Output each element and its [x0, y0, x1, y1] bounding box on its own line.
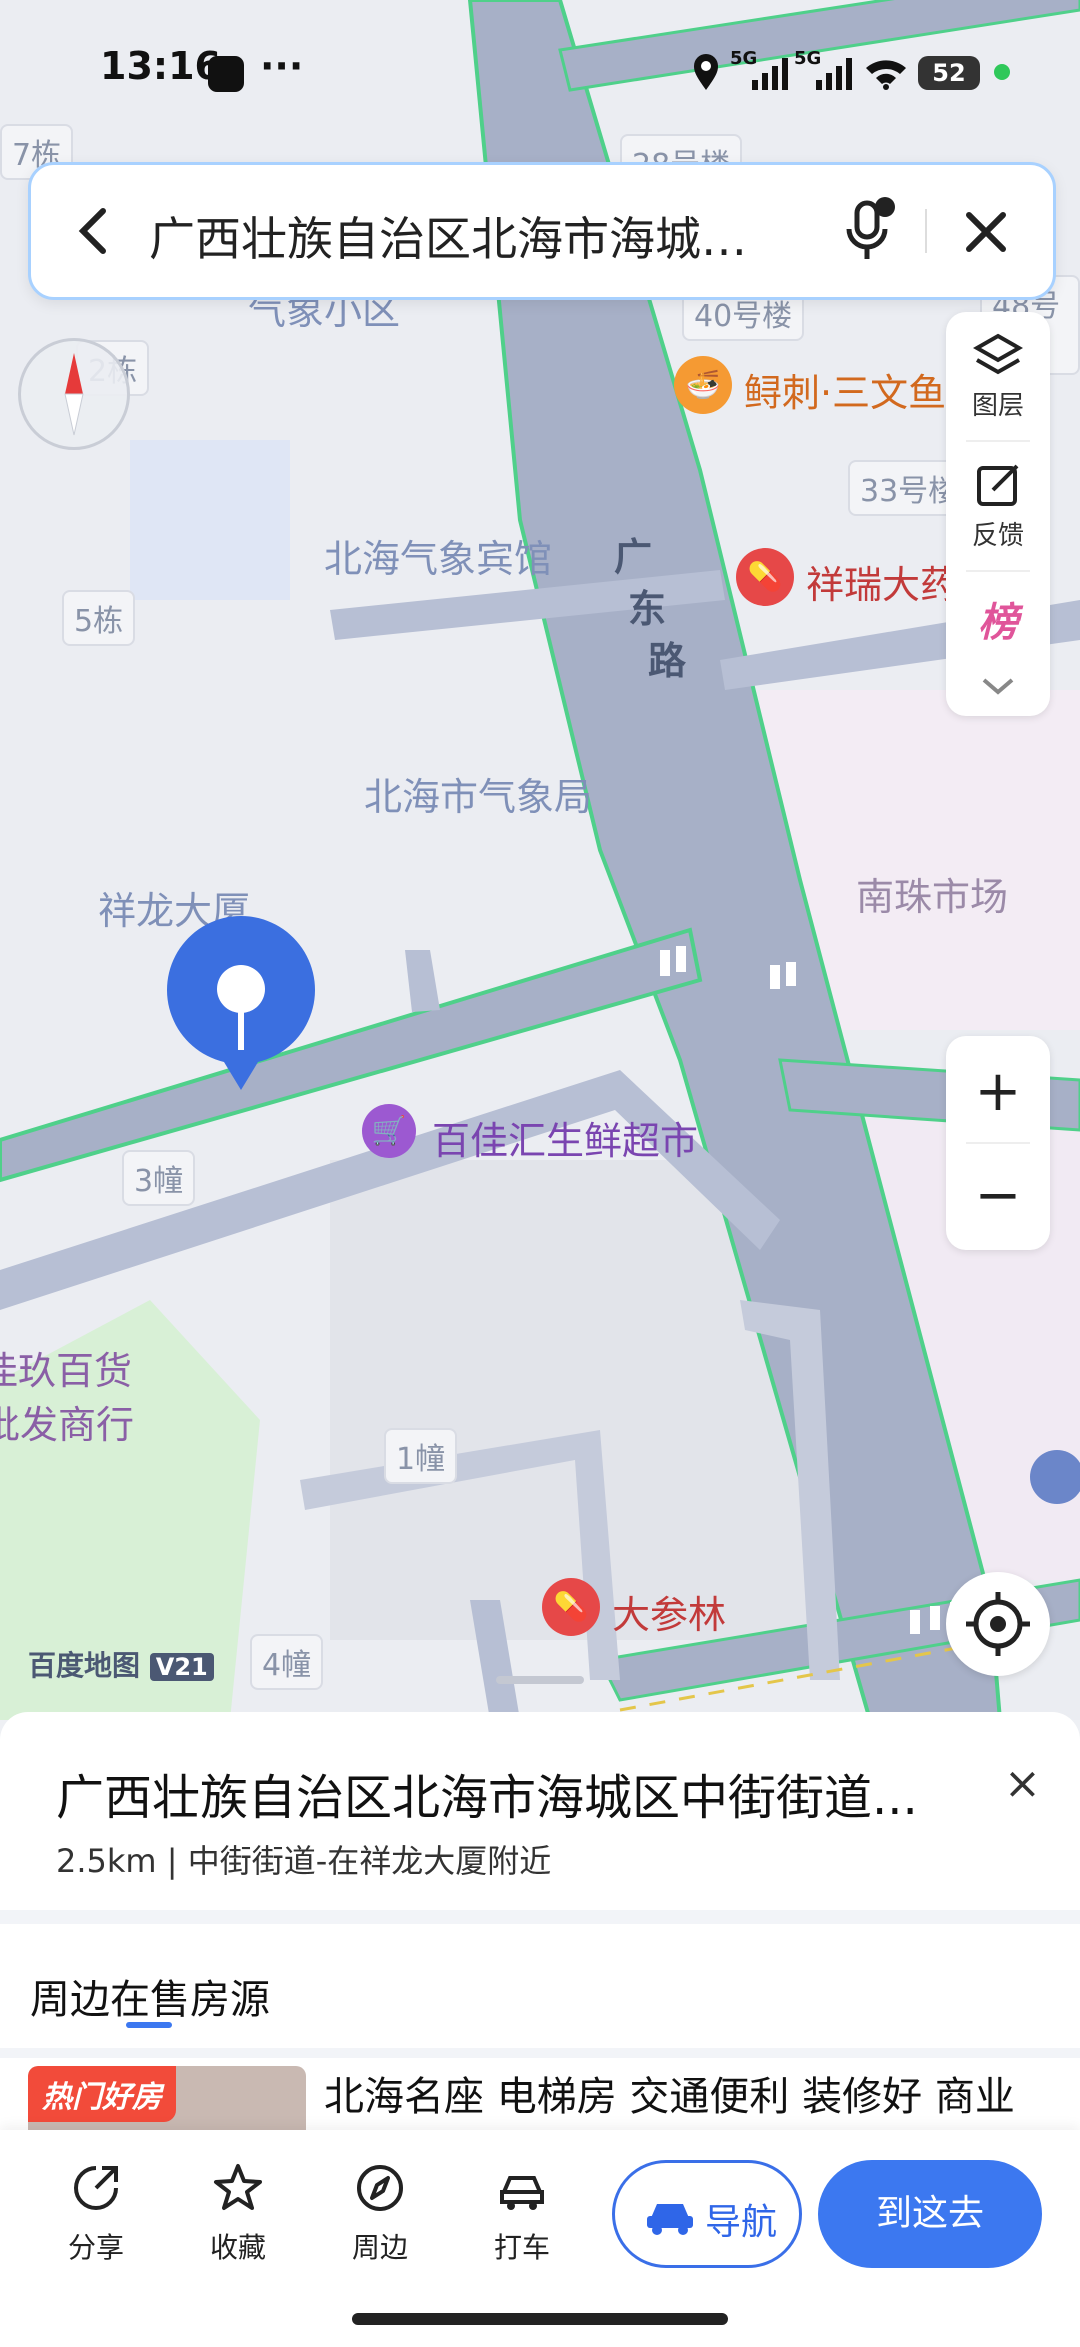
place-subtitle: 2.5km | 中街街道-在祥龙大厦附近 — [56, 1842, 552, 1880]
feedback-label: 反馈 — [971, 521, 1024, 551]
zoom-in-button[interactable]: + — [946, 1042, 1050, 1142]
status-time: 13:16 — [100, 44, 221, 88]
zoom-divider — [966, 1142, 1030, 1144]
crosshair-icon — [966, 1592, 1030, 1656]
app-notification-icon — [208, 56, 244, 92]
label-road-1: 广 — [614, 535, 653, 579]
layers-icon — [972, 333, 1024, 375]
share-icon — [74, 2166, 118, 2210]
tab-nearby-housing[interactable]: 周边在售房源 — [30, 1967, 270, 2025]
car-icon — [647, 2204, 693, 2235]
battery-level: 52 — [932, 59, 966, 87]
close-icon[interactable]: × — [1004, 1758, 1041, 1809]
taxi-label: 打车 — [493, 2231, 550, 2264]
poi-dashenlin[interactable]: 大参林 — [612, 1584, 726, 1639]
section-divider — [0, 1910, 1080, 1924]
compass-nearby-icon — [357, 2165, 403, 2211]
nearby-button[interactable]: 周边 — [330, 2162, 430, 2266]
signal-icon-b — [816, 58, 852, 90]
nearby-label: 周边 — [351, 2231, 408, 2264]
supermarket-icon[interactable]: 🛒 — [362, 1104, 416, 1158]
label-weather-hotel: 北海气象宾馆 — [324, 537, 553, 581]
zoom-out-button[interactable]: − — [946, 1146, 1050, 1246]
layers-label: 图层 — [971, 391, 1024, 421]
home-indicator[interactable] — [352, 2313, 728, 2325]
label-shop-a: 佳玖百货 — [0, 1349, 133, 1393]
pharmacy-icon-2[interactable]: 💊 — [542, 1578, 600, 1636]
go-here-button[interactable]: 到这去 — [818, 2160, 1042, 2268]
search-divider — [925, 209, 927, 253]
listing-title[interactable]: 北海名座 电梯房 交通便利 装修好 商业 — [324, 2064, 1015, 2122]
wifi-icon — [864, 56, 908, 90]
map-watermark: 百度地图 V21 — [28, 1644, 214, 1684]
layers-button[interactable]: 图层 — [946, 332, 1050, 422]
label-nanzhu-market: 南珠市场 — [856, 875, 1009, 919]
location-pin-icon[interactable] — [166, 914, 316, 1092]
search-query[interactable]: 广西壮族自治区北海市海城区... — [149, 203, 789, 269]
share-label: 分享 — [67, 2231, 124, 2264]
star-icon — [214, 2164, 262, 2210]
chevron-down-icon[interactable] — [980, 674, 1016, 698]
battery-icon: 52 — [918, 56, 980, 90]
building-4: 4幢 — [250, 1634, 324, 1690]
back-icon[interactable] — [69, 203, 119, 259]
place-title: 广西壮族自治区北海市海城区中街街道... — [56, 1770, 918, 1826]
ranking-button[interactable]: 榜 — [946, 590, 1050, 648]
signal-icon-a — [752, 58, 788, 90]
favorite-button[interactable]: 收藏 — [188, 2162, 288, 2266]
section-divider-2 — [0, 2048, 1080, 2058]
building-marker-icon[interactable] — [1030, 1450, 1080, 1504]
tab-indicator — [126, 2022, 172, 2028]
hot-tag: 热门好房 — [28, 2066, 176, 2122]
ranking-icon: 榜 — [978, 600, 1018, 646]
building-1: 1幢 — [384, 1428, 458, 1484]
map-tools-panel: 图层 反馈 榜 — [946, 312, 1050, 716]
favorite-label: 收藏 — [209, 2231, 266, 2264]
taxi-icon — [500, 2176, 544, 2210]
label-shop-b: 批发商行 — [0, 1403, 135, 1447]
clear-icon[interactable] — [961, 207, 1011, 257]
tools-divider-2 — [966, 570, 1030, 572]
locate-button[interactable] — [946, 1572, 1050, 1676]
recording-dot-icon — [994, 64, 1010, 80]
building-5: 5栋 — [62, 590, 136, 646]
navigate-button[interactable]: 导航 — [612, 2160, 802, 2268]
feedback-button[interactable]: 反馈 — [946, 462, 1050, 552]
tools-divider-1 — [966, 440, 1030, 442]
status-more: ··· — [260, 44, 304, 88]
restaurant-icon[interactable]: 🍜 — [674, 356, 732, 414]
compass-icon[interactable] — [18, 338, 130, 450]
location-status-icon — [692, 52, 720, 92]
building-3: 3幢 — [122, 1150, 196, 1206]
feedback-icon — [977, 464, 1019, 506]
taxi-button[interactable]: 打车 — [472, 2162, 572, 2266]
label-road-2: 东 — [628, 587, 667, 631]
poi-sashimi[interactable]: 鲟刺·三文鱼 — [744, 362, 946, 417]
poi-supermarket[interactable]: 百佳汇生鲜超市 — [432, 1110, 698, 1165]
zoom-control: + − — [946, 1036, 1050, 1250]
share-button[interactable]: 分享 — [46, 2162, 146, 2266]
drag-handle[interactable] — [496, 1676, 584, 1684]
poi-pharmacy[interactable]: 祥瑞大药 — [806, 554, 958, 609]
search-bar[interactable]: 广西壮族自治区北海市海城区... — [28, 162, 1056, 300]
navigate-label: 导航 — [705, 2202, 778, 2243]
pharmacy-icon[interactable]: 💊 — [736, 548, 794, 606]
label-road-3: 路 — [648, 639, 687, 683]
version-badge: V21 — [149, 1653, 214, 1681]
microphone-icon[interactable] — [839, 195, 899, 265]
label-weather-bureau: 北海市气象局 — [364, 775, 593, 819]
